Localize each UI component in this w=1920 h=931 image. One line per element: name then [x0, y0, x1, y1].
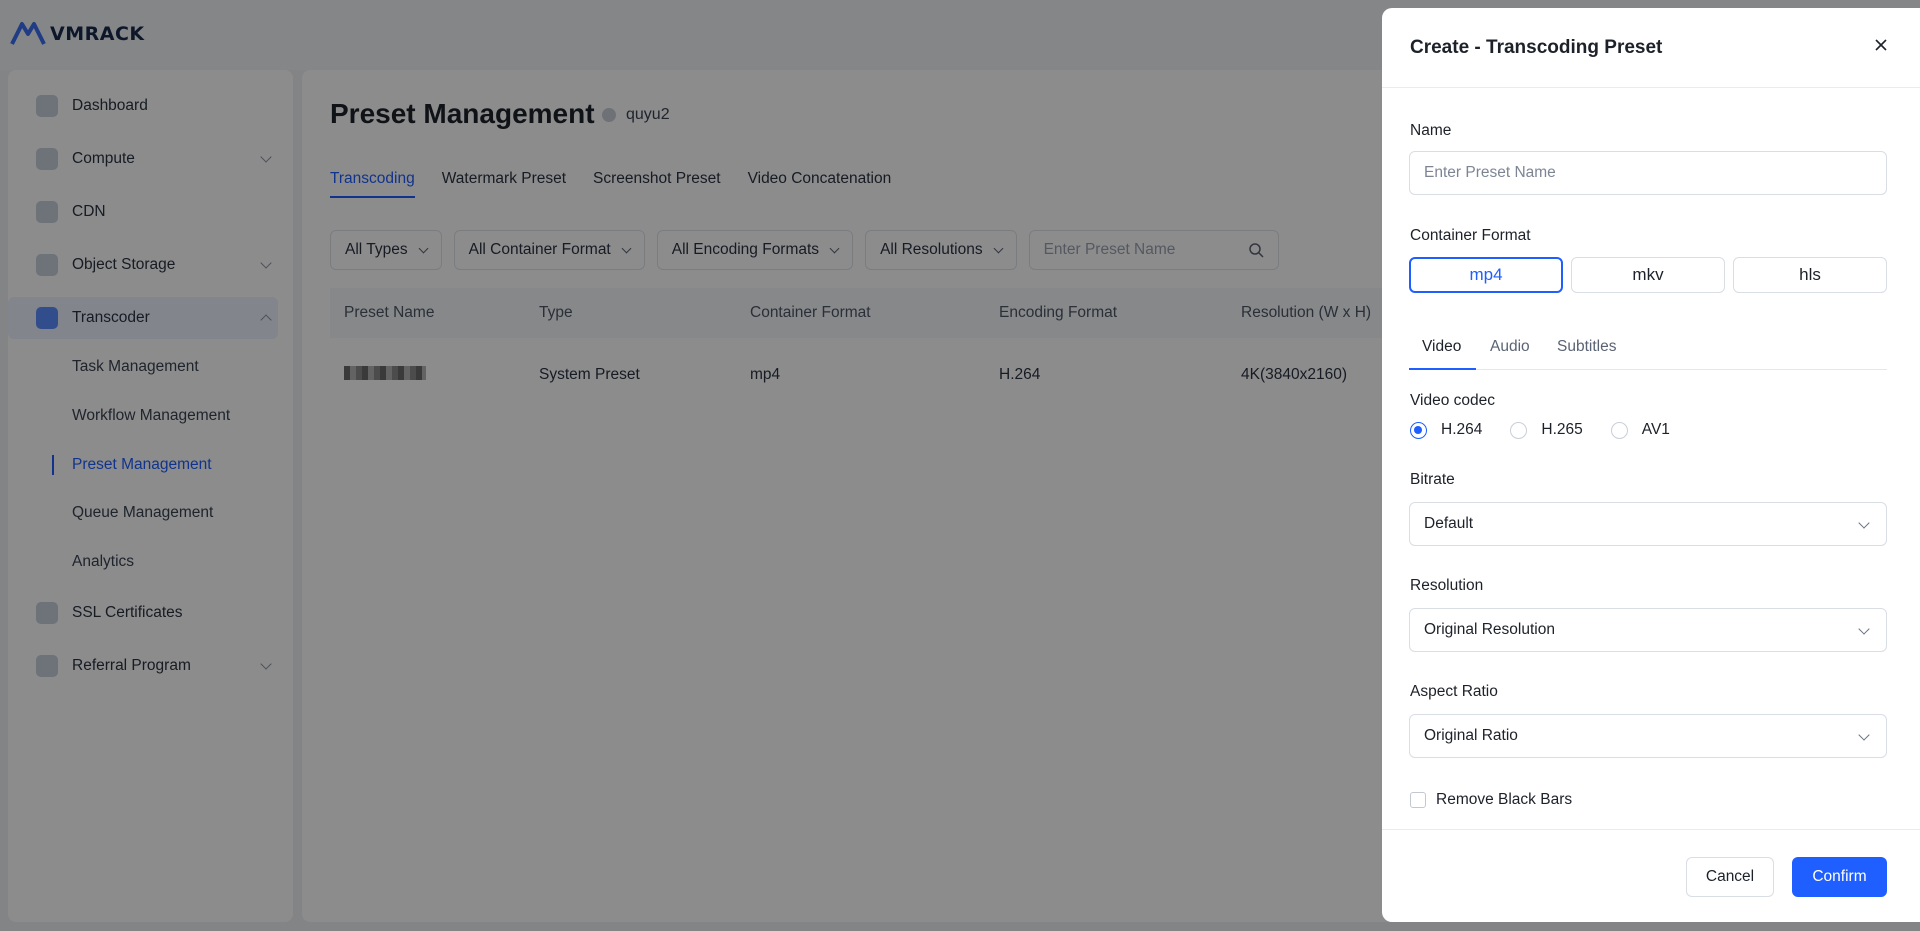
chevron-down-icon: [1858, 729, 1870, 741]
remove-black-bars-checkbox[interactable]: [1410, 792, 1426, 808]
radio-checked-icon: [1410, 421, 1427, 439]
close-icon[interactable]: [1872, 36, 1890, 54]
confirm-button[interactable]: Confirm: [1792, 857, 1887, 897]
resolution-select[interactable]: Original Resolution: [1409, 608, 1887, 652]
container-option-hls[interactable]: hls: [1733, 257, 1887, 293]
resolution-label: Resolution: [1410, 577, 1484, 594]
preset-name-input[interactable]: [1409, 151, 1887, 195]
footer-divider: [1382, 829, 1920, 830]
video-codec-group: H.264 H.265 AV1: [1410, 421, 1698, 439]
chevron-down-icon: [1858, 517, 1870, 529]
create-preset-drawer: Create - Transcoding Preset Name Contain…: [1382, 8, 1920, 922]
bitrate-select[interactable]: Default: [1409, 502, 1887, 546]
select-value: Original Resolution: [1424, 621, 1555, 638]
cancel-button[interactable]: Cancel: [1686, 857, 1774, 897]
drawer-header: Create - Transcoding Preset: [1382, 8, 1920, 88]
remove-black-bars-option[interactable]: Remove Black Bars: [1410, 791, 1572, 809]
tab-subtitles[interactable]: Subtitles: [1557, 338, 1616, 356]
tab-video[interactable]: Video: [1422, 338, 1461, 356]
codec-radio-h264[interactable]: H.264: [1410, 421, 1482, 439]
tab-audio[interactable]: Audio: [1490, 338, 1530, 356]
radio-label: H.265: [1541, 421, 1583, 438]
aspect-ratio-label: Aspect Ratio: [1410, 683, 1498, 700]
stream-tabs: Video Audio Subtitles: [1409, 326, 1887, 370]
name-label: Name: [1410, 122, 1452, 139]
select-value: Default: [1424, 515, 1474, 532]
chevron-down-icon: [1858, 623, 1870, 635]
select-value: Original Ratio: [1424, 727, 1518, 744]
radio-label: AV1: [1641, 421, 1670, 438]
radio-unchecked-icon: [1510, 421, 1528, 439]
active-tab-indicator: [1409, 368, 1476, 370]
bitrate-label: Bitrate: [1410, 471, 1455, 488]
radio-unchecked-icon: [1610, 421, 1628, 439]
container-format-label: Container Format: [1410, 227, 1531, 244]
video-codec-label: Video codec: [1410, 392, 1496, 409]
codec-radio-av1[interactable]: AV1: [1610, 421, 1670, 439]
container-option-mkv[interactable]: mkv: [1571, 257, 1725, 293]
drawer-title: Create - Transcoding Preset: [1410, 37, 1663, 58]
checkbox-label: Remove Black Bars: [1436, 791, 1573, 808]
codec-radio-h265[interactable]: H.265: [1510, 421, 1583, 439]
container-option-mp4[interactable]: mp4: [1409, 257, 1563, 293]
aspect-ratio-select[interactable]: Original Ratio: [1409, 714, 1887, 758]
radio-label: H.264: [1441, 421, 1483, 438]
